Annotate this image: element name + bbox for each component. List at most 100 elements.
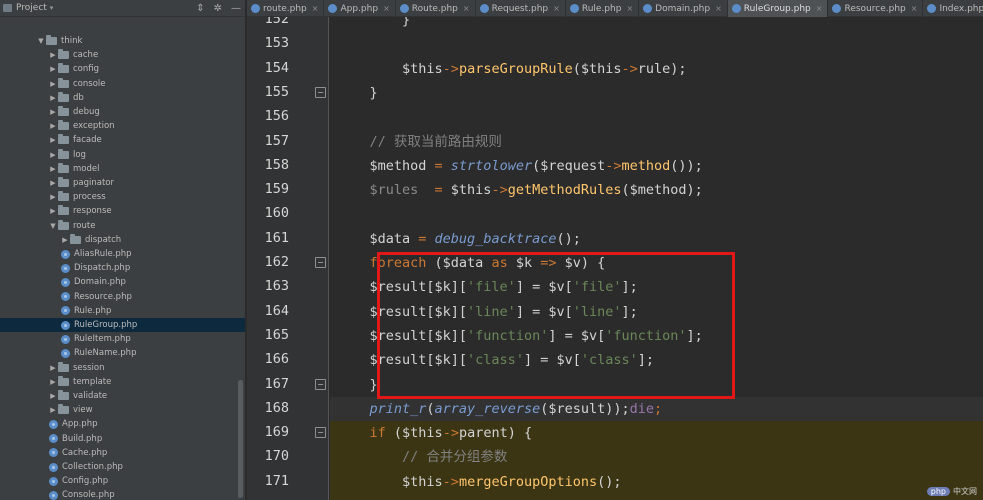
tree-file[interactable]: Dispatch.php [0, 261, 245, 275]
expanded-arrow-icon[interactable]: ▼ [36, 37, 46, 45]
code-line[interactable]: // 合并分组参数 [337, 445, 983, 469]
code-line[interactable]: $this->mergeGroupOptions(); [337, 470, 983, 494]
collapsed-arrow-icon[interactable]: ▶ [48, 108, 58, 116]
code-line[interactable]: print_r(array_reverse($result));die; [337, 397, 983, 421]
chevron-down-icon[interactable]: ▾ [50, 4, 54, 12]
tree-folder[interactable]: ▶ template [0, 375, 245, 389]
tree-file[interactable]: App.php [0, 417, 245, 431]
code-line[interactable]: $data = debug_backtrace(); [337, 227, 983, 251]
tree-folder[interactable]: ▶ dispatch [0, 233, 245, 247]
code-token: getMethodRules [507, 182, 622, 199]
split-icon[interactable]: ⇕ [196, 3, 204, 14]
tree-folder[interactable]: ▶ log [0, 148, 245, 162]
project-panel-header[interactable]: Project ▾ ⇕ ✲ — [0, 0, 245, 17]
tree-file[interactable]: Console.php [0, 488, 245, 500]
tree-folder[interactable]: ▶ exception [0, 119, 245, 133]
collapsed-arrow-icon[interactable]: ▶ [48, 392, 58, 400]
close-icon[interactable]: × [626, 4, 633, 13]
tree-file[interactable]: AliasRule.php [0, 247, 245, 261]
tree-folder[interactable]: ▶ cache [0, 48, 245, 62]
tree-folder[interactable]: ▼ route [0, 219, 245, 233]
hide-icon[interactable]: — [231, 3, 241, 14]
expanded-arrow-icon[interactable]: ▼ [48, 222, 58, 230]
collapsed-arrow-icon[interactable]: ▶ [48, 406, 58, 414]
tree-file[interactable]: RuleName.php [0, 346, 245, 360]
tree-file[interactable]: Domain.php [0, 275, 245, 289]
fold-marker-icon[interactable]: − [315, 257, 326, 268]
code-line[interactable]: } [337, 81, 983, 105]
editor-tab[interactable]: Index.php× [923, 0, 983, 17]
code-line[interactable]: } [337, 17, 983, 32]
collapsed-arrow-icon[interactable]: ▶ [48, 207, 58, 215]
collapsed-arrow-icon[interactable]: ▶ [48, 151, 58, 159]
tree-file[interactable]: Cache.php [0, 446, 245, 460]
tree-item-label: RuleItem.php [74, 334, 131, 345]
code-line[interactable]: if ($this->parent) { [337, 421, 983, 445]
gear-icon[interactable]: ✲ [214, 3, 222, 14]
close-icon[interactable]: × [715, 4, 722, 13]
tree-file[interactable]: Resource.php [0, 290, 245, 304]
line-number: 166 [264, 351, 289, 368]
tree-file[interactable]: Build.php [0, 432, 245, 446]
close-icon[interactable]: × [553, 4, 560, 13]
close-icon[interactable]: × [383, 4, 390, 13]
fold-marker-icon[interactable]: − [315, 427, 326, 439]
tree-file[interactable]: RuleGroup.php [0, 318, 245, 333]
tree-file[interactable]: RuleItem.php [0, 332, 245, 346]
php-file-icon [569, 4, 579, 13]
php-file-icon [731, 4, 741, 13]
code-line[interactable] [337, 202, 983, 226]
collapsed-arrow-icon[interactable]: ▶ [48, 80, 58, 88]
collapsed-arrow-icon[interactable]: ▶ [48, 65, 58, 73]
editor-tab[interactable]: RuleGroup.php × [727, 0, 829, 17]
close-icon[interactable]: × [816, 4, 823, 13]
close-icon[interactable]: × [312, 4, 319, 13]
editor-tab[interactable]: Rule.php × [566, 0, 640, 17]
tree-folder[interactable]: ▶ config [0, 62, 245, 76]
tree-file[interactable]: Rule.php [0, 304, 245, 318]
tree-folder[interactable]: ▶ process [0, 190, 245, 204]
collapsed-arrow-icon[interactable]: ▶ [48, 364, 58, 372]
collapsed-arrow-icon[interactable]: ▶ [48, 94, 58, 102]
code-line[interactable] [337, 32, 983, 56]
tree-folder[interactable]: ▶ paginator [0, 176, 245, 190]
tree-folder[interactable]: ▶ model [0, 162, 245, 176]
tree-folder[interactable]: ▼ think [0, 34, 245, 48]
tree-folder[interactable]: ▶ db [0, 91, 245, 105]
close-icon[interactable]: × [463, 4, 470, 13]
tree-folder[interactable]: ▶ debug [0, 105, 245, 119]
tree-folder[interactable]: ▶ response [0, 204, 245, 218]
editor-tab[interactable]: Route.php × [396, 0, 476, 17]
tree-file[interactable]: Config.php [0, 474, 245, 488]
project-panel-title[interactable]: Project [16, 3, 47, 13]
tree-folder[interactable]: ▶ validate [0, 389, 245, 403]
code-line[interactable]: $method = strtolower($request->method())… [337, 154, 983, 178]
code-editor[interactable]: 152 153 154 155 − 156 157 158 159 160 161 162 − 163 16… [247, 17, 983, 500]
collapsed-arrow-icon[interactable]: ▶ [48, 378, 58, 386]
tree-folder[interactable]: ▶ console [0, 77, 245, 91]
collapsed-arrow-icon[interactable]: ▶ [60, 236, 70, 244]
collapsed-arrow-icon[interactable]: ▶ [48, 193, 58, 201]
editor-tab[interactable]: Domain.php × [639, 0, 728, 17]
tree-folder[interactable]: ▶ view [0, 403, 245, 417]
code-line[interactable]: $rules = $this->getMethodRules($method); [337, 178, 983, 202]
collapsed-arrow-icon[interactable]: ▶ [48, 165, 58, 173]
tree-folder[interactable]: ▶ facade [0, 133, 245, 147]
fold-marker-icon[interactable]: − [315, 378, 326, 390]
collapsed-arrow-icon[interactable]: ▶ [48, 136, 58, 144]
fold-marker-icon[interactable]: − [315, 86, 326, 98]
close-icon[interactable]: × [911, 4, 918, 13]
collapsed-arrow-icon[interactable]: ▶ [48, 51, 58, 59]
sidebar-scrollbar[interactable] [238, 380, 243, 498]
collapsed-arrow-icon[interactable]: ▶ [48, 179, 58, 187]
code-line[interactable]: // 获取当前路由规则 [337, 130, 983, 154]
collapsed-arrow-icon[interactable]: ▶ [48, 122, 58, 130]
editor-tab[interactable]: route.php × [247, 0, 325, 17]
editor-tab[interactable]: Request.php × [476, 0, 566, 17]
tree-folder[interactable]: ▶ session [0, 361, 245, 375]
code-line[interactable] [337, 105, 983, 129]
editor-tab[interactable]: Resource.php × [828, 0, 924, 17]
tree-file[interactable]: Collection.php [0, 460, 245, 474]
editor-tab[interactable]: App.php × [324, 0, 396, 17]
code-line[interactable]: $this->parseGroupRule($this->rule); [337, 57, 983, 81]
